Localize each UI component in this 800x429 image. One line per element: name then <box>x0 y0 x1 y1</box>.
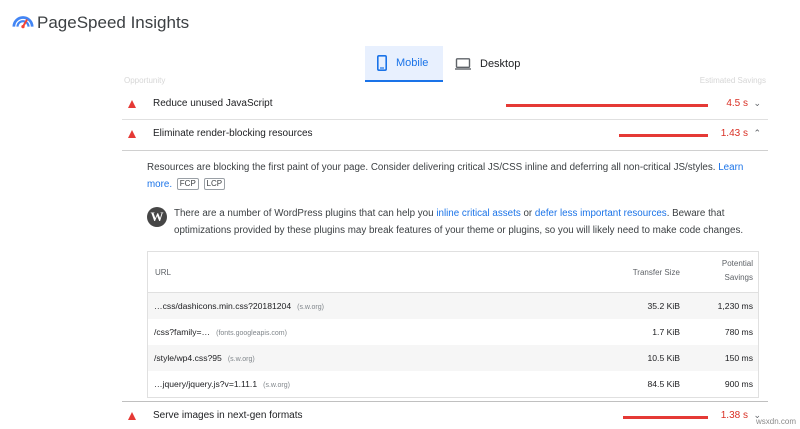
potential-savings: 1,230 ms <box>717 301 753 311</box>
chevron-up-icon[interactable]: ⌃ <box>753 128 761 139</box>
transfer-size: 1.7 KiB <box>652 327 680 337</box>
audit-reduce-unused-js[interactable]: Reduce unused JavaScript 4.5 s ⌄ <box>122 90 768 120</box>
wordpress-icon: W <box>147 207 167 227</box>
savings-value: 4.5 s <box>726 98 748 109</box>
potential-savings: 780 ms <box>724 327 753 337</box>
column-header-transfer-size: Transfer Size <box>632 268 680 277</box>
app-header: PageSpeed Insights <box>0 0 800 46</box>
fail-triangle-icon <box>128 130 136 138</box>
opportunity-column-header: Opportunity <box>124 76 166 85</box>
savings-bar <box>619 134 708 137</box>
transfer-size: 35.2 KiB <box>647 301 681 311</box>
inline-critical-assets-link[interactable]: inline critical assets <box>436 208 520 219</box>
table-header: URL Transfer Size Potential Savings <box>148 252 758 293</box>
pagespeed-logo-icon <box>12 16 34 29</box>
app-title: PageSpeed Insights <box>37 13 190 32</box>
table-row: …css/dashicons.min.css?20181204 (s.w.org)… <box>148 293 758 319</box>
tab-desktop-label: Desktop <box>480 58 521 70</box>
resource-url[interactable]: /style/wp4.css?95 <box>154 353 222 363</box>
resource-url[interactable]: …jquery/jquery.js?v=1.11.1 <box>154 379 257 389</box>
potential-savings: 900 ms <box>724 379 753 389</box>
audit-render-blocking[interactable]: Eliminate render-blocking resources 1.43… <box>122 120 768 150</box>
table-row: /style/wp4.css?95 (s.w.org) 10.5 KiB 150 … <box>148 345 758 371</box>
savings-value: 1.38 s <box>720 410 748 421</box>
transfer-size: 10.5 KiB <box>647 353 681 363</box>
column-header-savings-2: Savings <box>724 273 753 282</box>
chevron-down-icon[interactable]: ⌄ <box>753 98 761 109</box>
column-header-savings: Potential <box>721 259 753 268</box>
description-text: Resources are blocking the first paint o… <box>147 162 716 173</box>
watermark: wsxdn.com <box>755 417 796 426</box>
resource-host: (s.w.org) <box>297 304 324 311</box>
column-header-url: URL <box>155 268 172 277</box>
potential-savings: 150 ms <box>724 353 753 363</box>
resource-url[interactable]: …css/dashicons.min.css?20181204 <box>154 301 291 311</box>
badge-lcp: LCP <box>203 178 226 190</box>
table-row: …jquery/jquery.js?v=1.11.1 (s.w.org) 84.5… <box>148 371 758 397</box>
audit-title: Reduce unused JavaScript <box>153 98 273 109</box>
savings-bar <box>623 416 708 419</box>
desktop-monitor-icon <box>455 58 471 70</box>
fail-triangle-icon <box>128 100 136 108</box>
resource-host: (s.w.org) <box>263 382 290 389</box>
resource-host: (fonts.googleapis.com) <box>216 330 287 337</box>
audit-title: Eliminate render-blocking resources <box>153 128 313 139</box>
tab-mobile-label: Mobile <box>396 57 429 69</box>
transfer-size: 84.5 KiB <box>647 379 681 389</box>
audit-description: Resources are blocking the first paint o… <box>147 159 762 193</box>
audit-next-gen-images[interactable]: Serve images in next-gen formats 1.38 s … <box>122 401 768 429</box>
savings-column-header: Estimated Savings <box>699 76 766 85</box>
fail-triangle-icon <box>128 412 136 420</box>
audit-title: Serve images in next-gen formats <box>153 410 303 421</box>
mobile-phone-icon <box>377 55 387 71</box>
audit-details: Resources are blocking the first paint o… <box>122 150 768 398</box>
savings-bar <box>506 104 708 107</box>
resource-host: (s.w.org) <box>227 356 255 363</box>
resources-table: URL Transfer Size Potential Savings …css… <box>147 251 759 398</box>
savings-value: 1.43 s <box>720 128 748 139</box>
wordpress-tip: There are a number of WordPress plugins … <box>174 208 744 236</box>
resource-url[interactable]: /css?family=… <box>154 327 210 337</box>
defer-less-important-link[interactable]: defer less important resources <box>535 208 667 219</box>
opportunities-panel: Opportunity Estimated Savings Reduce unu… <box>122 76 768 429</box>
badge-fcp: FCP <box>176 178 199 190</box>
table-row: /css?family=… (fonts.googleapis.com) 1.7 … <box>148 319 758 345</box>
